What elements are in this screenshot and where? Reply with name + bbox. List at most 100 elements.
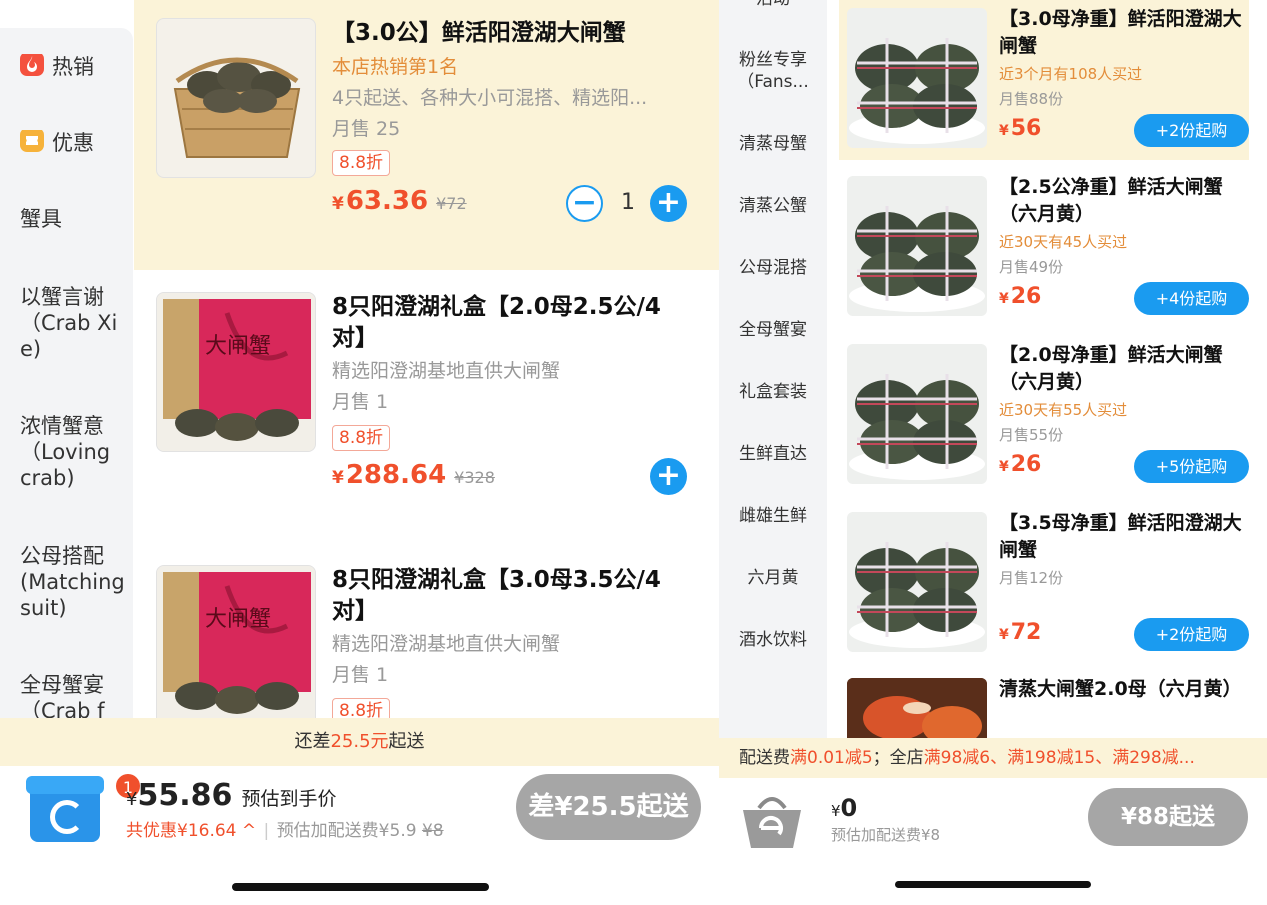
product-title: 【2.0母净重】鲜活大闸蟹（六月黄）: [999, 344, 1223, 393]
svg-text:大闸蟹: 大闸蟹: [205, 334, 271, 359]
currency-symbol: ¥: [999, 459, 1009, 475]
category-crab-feast[interactable]: 全母蟹宴（Crab f: [20, 672, 125, 720]
product-price: ¥26: [999, 284, 1041, 309]
category-item[interactable]: 清蒸公蟹: [719, 195, 827, 217]
store-offer: 满98减6、满198减15、满298减...: [923, 748, 1195, 768]
recent-buyers: 近30天有55人买过: [999, 401, 1128, 419]
category-crab-xie[interactable]: 以蟹言谢（Crab Xie): [20, 284, 125, 362]
product-price: ¥26: [999, 452, 1041, 477]
chevron-up-icon[interactable]: ^: [242, 821, 256, 841]
checkout-button[interactable]: 差¥25.5起送: [516, 774, 701, 840]
category-hot[interactable]: 热销: [20, 54, 125, 80]
product-card[interactable]: 【3.0公】鲜活阳澄湖大闸蟹 本店热销第1名 4只起送、各种大小可混搭、精选阳.…: [134, 0, 719, 270]
delivery-label: 配送费: [739, 748, 790, 768]
category-item[interactable]: 生鲜直达: [719, 443, 827, 465]
category-item[interactable]: 粉丝专享（Fans...: [719, 49, 827, 93]
discount-tag: 8.8折: [332, 425, 391, 451]
category-item[interactable]: 活动: [719, 0, 827, 10]
category-crab-tools[interactable]: 蟹具: [20, 206, 125, 232]
delivery-fee: 预估加配送费¥8: [831, 826, 941, 844]
category-loving-crab[interactable]: 浓情蟹意（Loving crab): [20, 413, 125, 491]
currency-symbol: ¥: [831, 802, 841, 820]
recent-buyers: 近30天有45人买过: [999, 233, 1128, 251]
notice-amount: 25.5元: [330, 731, 389, 752]
min-purchase-button[interactable]: +2份起购: [1134, 114, 1249, 147]
left-screen: 热销 优惠 蟹具 以蟹言谢（Crab Xie) 浓情蟹意（Loving crab…: [0, 0, 719, 905]
category-item[interactable]: 酒水饮料: [719, 629, 827, 651]
basket-icon[interactable]: [739, 790, 805, 852]
delivery-offer: 满0.01减5: [790, 748, 873, 768]
notice-prefix: 还差: [294, 731, 331, 752]
coupon-icon: [20, 130, 44, 152]
monthly-sales: 月售88份: [999, 90, 1064, 108]
price-value: 26: [1010, 452, 1042, 477]
currency-symbol: ¥: [332, 468, 344, 488]
savings-row: 共优惠¥16.64 ^ | 预估加配送费¥5.9 ¥8: [126, 816, 444, 841]
brand-e-icon: [50, 800, 84, 834]
category-item[interactable]: 雌雄生鲜: [719, 505, 827, 527]
product-description: 4只起送、各种大小可混搭、精选阳...: [332, 87, 648, 109]
product-image: [847, 512, 987, 652]
min-purchase-button[interactable]: +2份起购: [1134, 618, 1249, 651]
category-item[interactable]: 清蒸母蟹: [719, 133, 827, 155]
notice-suffix: 起送: [388, 731, 425, 752]
cart-bar: ¥0 预估加配送费¥8 ¥88起送: [719, 778, 1267, 905]
fire-icon: [20, 54, 44, 76]
delivery-fee: 预估加配送费¥5.9: [276, 821, 417, 841]
product-card[interactable]: 【2.5公净重】鲜活大闸蟹（六月黄） 近30天有45人买过 月售49份 ¥26 …: [839, 168, 1249, 328]
product-card[interactable]: 清蒸大闸蟹2.0母（六月黄）: [839, 672, 1249, 738]
add-to-cart-button[interactable]: +: [650, 458, 687, 495]
category-item[interactable]: 公母混搭: [719, 257, 827, 279]
product-card[interactable]: 【3.0母净重】鲜活阳澄湖大闸蟹 近3个月有108人买过 月售88份 ¥56 +…: [839, 0, 1249, 160]
category-label: 热销: [52, 55, 94, 79]
recent-buyers: 近3个月有108人买过: [999, 65, 1143, 83]
monthly-sales: 月售 1: [332, 391, 389, 413]
category-label: 优惠: [52, 131, 94, 155]
savings-amount[interactable]: 共优惠¥16.64: [126, 821, 236, 841]
price-value: 63.36: [345, 186, 429, 216]
delivery-fee-original: ¥8: [421, 821, 444, 841]
product-card[interactable]: 【2.0母净重】鲜活大闸蟹（六月黄） 近30天有55人买过 月售55份 ¥26 …: [839, 336, 1249, 496]
discount-tag: 8.8折: [332, 698, 391, 718]
product-title: 【3.0公】鲜活阳澄湖大闸蟹: [332, 20, 626, 46]
category-sidebar: 热销 优惠 蟹具 以蟹言谢（Crab Xie) 浓情蟹意（Loving crab…: [0, 28, 133, 728]
promotion-bar[interactable]: 配送费满0.01减5；全店满98减6、满198减15、满298减...: [719, 738, 1267, 778]
category-item[interactable]: 六月黄: [719, 567, 827, 589]
product-card[interactable]: 大闸蟹 8只阳澄湖礼盒【2.0母2.5公/4对】 精选阳澄湖基地直供大闸蟹 月售…: [134, 270, 719, 540]
svg-text:大闸蟹: 大闸蟹: [205, 607, 271, 632]
category-matching-suit[interactable]: 公母搭配(Matching suit): [20, 543, 125, 621]
product-card[interactable]: 大闸蟹 8只阳澄湖礼盒【3.0母3.5公/4对】 精选阳澄湖基地直供大闸蟹 月售…: [134, 540, 719, 718]
product-title: 【3.0母净重】鲜活阳澄湖大闸蟹: [999, 8, 1242, 57]
original-price: ¥72: [436, 194, 467, 213]
product-image: 大闸蟹: [156, 565, 316, 718]
product-title: 8只阳澄湖礼盒【2.0母2.5公/4对】: [332, 294, 661, 351]
monthly-sales: 月售 1: [332, 664, 389, 686]
currency-symbol: ¥: [999, 627, 1009, 643]
category-item[interactable]: 礼盒套装: [719, 381, 827, 403]
min-purchase-button[interactable]: +5份起购: [1134, 450, 1249, 483]
product-title: 清蒸大闸蟹2.0母（六月黄）: [999, 678, 1242, 700]
product-image: [847, 176, 987, 316]
min-purchase-button[interactable]: +4份起购: [1134, 282, 1249, 315]
category-label: 蟹具: [20, 207, 62, 231]
product-description: 精选阳澄湖基地直供大闸蟹: [332, 633, 561, 655]
monthly-sales: 月售49份: [999, 258, 1064, 276]
cart-bar: 1 ¥55.86 预估到手价 共优惠¥16.64 ^ | 预估加配送费¥5.9 …: [0, 766, 719, 905]
currency-symbol: ¥: [999, 291, 1009, 307]
checkout-button[interactable]: ¥88起送: [1088, 788, 1248, 846]
category-discount[interactable]: 优惠: [20, 130, 125, 156]
currency-symbol: ¥: [126, 789, 138, 810]
home-indicator: [895, 881, 1091, 888]
product-price: ¥72: [999, 620, 1041, 645]
cart-icon[interactable]: 1: [26, 772, 142, 842]
category-item[interactable]: 全母蟹宴: [719, 319, 827, 341]
product-image: [847, 344, 987, 484]
category-label: 公母搭配(Matching suit): [20, 544, 125, 620]
increase-quantity-button[interactable]: +: [650, 185, 687, 222]
decrease-quantity-button[interactable]: −: [566, 185, 603, 222]
product-card[interactable]: 【3.5母净重】鲜活阳澄湖大闸蟹 月售12份 ¥72 +2份起购: [839, 504, 1249, 664]
right-screen: 活动 粉丝专享（Fans... 清蒸母蟹 清蒸公蟹 公母混搭 全母蟹宴 礼盒套装…: [719, 0, 1267, 905]
divider: |: [263, 821, 270, 841]
category-label: 浓情蟹意（Loving crab): [20, 414, 111, 490]
product-image: [847, 678, 987, 738]
